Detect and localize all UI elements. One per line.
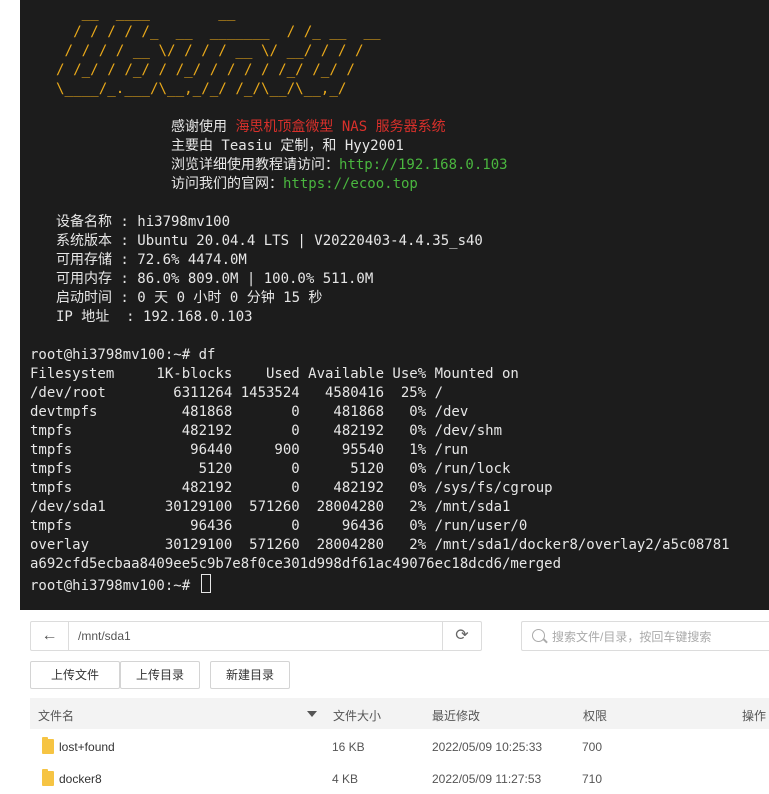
df-row: tmpfs 96440 900 95540 1% /run (30, 442, 469, 458)
product-name: 海思机顶盒微型 NAS 服务器系统 (235, 119, 446, 135)
file-modified: 2022/05/09 11:27:53 (432, 772, 542, 786)
file-table-header: 文件名 文件大小 最近修改 权限 操作 (30, 698, 769, 729)
final-prompt: root@hi3798mv100:~# (30, 578, 199, 594)
df-row: /dev/root 6311264 1453524 4580416 25% / (30, 385, 444, 401)
df-row: tmpfs 96436 0 96436 0% /run/user/0 (30, 518, 528, 534)
tutorial-label: 浏览详细使用教程请访问： (171, 157, 339, 173)
folder-icon (42, 737, 54, 754)
sort-caret-icon[interactable] (307, 711, 317, 717)
final-prompt-line[interactable]: root@hi3798mv100:~# (30, 574, 211, 596)
file-permission: 700 (582, 740, 603, 754)
sysinfo-device-name: 设备名称 : hi3798mv100 (56, 214, 231, 230)
welcome-line-1: 感谢使用 海思机顶盒微型 NAS 服务器系统 (171, 118, 446, 137)
df-row: overlay 30129100 571260 28004280 2% /mnt… (30, 537, 730, 553)
prompt-df-command: root@hi3798mv100:~# df (30, 347, 216, 363)
file-manager: ← /mnt/sda1 ⟳ 上传文件 上传目录 新建目录 文件名 文件大小 最近… (20, 610, 769, 794)
path-bar: ← /mnt/sda1 ⟳ (30, 621, 482, 651)
tutorial-link[interactable]: http://192.168.0.103 (339, 157, 508, 173)
file-name[interactable]: lost+found (59, 740, 115, 754)
sysinfo-os-version: 系统版本 : Ubuntu 20.04.4 LTS | V20220403-4.… (56, 233, 483, 249)
ubuntu-ascii-logo: __ ____ __ / / / / /_ __ _______ / /_ __… (56, 5, 381, 97)
sysinfo-memory: 可用内存 : 86.0% 809.0M | 100.0% 511.0M (56, 271, 374, 287)
column-size[interactable]: 文件大小 (333, 707, 381, 724)
file-row[interactable]: lost+found 16 KB 2022/05/09 10:25:33 700 (30, 731, 769, 762)
search-box (521, 621, 769, 651)
df-row: devtmpfs 481868 0 481868 0% /dev (30, 404, 469, 420)
sysinfo-uptime: 启动时间 : 0 天 0 小时 0 分钟 15 秒 (56, 290, 323, 306)
df-row: tmpfs 5120 0 5120 0% /run/lock (30, 461, 511, 477)
column-permission[interactable]: 权限 (583, 707, 607, 724)
welcome-line-3: 浏览详细使用教程请访问：http://192.168.0.103 (171, 156, 508, 175)
file-modified: 2022/05/09 10:25:33 (432, 740, 543, 754)
file-row[interactable]: docker8 4 KB 2022/05/09 11:27:53 710 (30, 763, 769, 794)
welcome-line-4: 访问我们的官网：https://ecoo.top (171, 175, 418, 194)
back-arrow-icon[interactable]: ← (31, 622, 69, 650)
file-name[interactable]: docker8 (59, 772, 102, 786)
website-label: 访问我们的官网： (171, 176, 283, 192)
column-name[interactable]: 文件名 (38, 707, 74, 724)
search-input[interactable] (550, 626, 764, 647)
search-icon (532, 629, 545, 642)
new-dir-button[interactable]: 新建目录 (210, 661, 290, 689)
df-row-wrapped: a692cfd5ecbaa8409ee5c9b7e8f0ce301d998df6… (30, 556, 562, 572)
welcome-text: 感谢使用 (171, 119, 236, 135)
welcome-line-2: 主要由 Teasiu 定制，和 Hyy2001 (171, 138, 404, 154)
file-size: 4 KB (332, 772, 359, 786)
sysinfo-ip: IP 地址 : 192.168.0.103 (56, 309, 253, 325)
column-modified[interactable]: 最近修改 (432, 707, 480, 724)
upload-file-button[interactable]: 上传文件 (30, 661, 120, 689)
file-size: 16 KB (332, 740, 365, 754)
refresh-icon[interactable]: ⟳ (442, 622, 481, 650)
upload-dir-button[interactable]: 上传目录 (120, 661, 200, 689)
column-actions: 操作 (742, 709, 767, 723)
folder-icon (42, 769, 54, 786)
sysinfo-storage: 可用存储 : 72.6% 4474.0M (56, 252, 247, 268)
df-row: tmpfs 482192 0 482192 0% /sys/fs/cgroup (30, 480, 553, 496)
path-input[interactable]: /mnt/sda1 (78, 629, 131, 643)
df-row: /dev/sda1 30129100 571260 28004280 2% /m… (30, 499, 511, 515)
cursor-icon (200, 574, 211, 593)
terminal-window[interactable]: __ ____ __ / / / / /_ __ _______ / /_ __… (20, 0, 769, 610)
website-link[interactable]: https://ecoo.top (283, 176, 418, 192)
df-row: tmpfs 482192 0 482192 0% /dev/shm (30, 423, 503, 439)
df-header: Filesystem 1K-blocks Used Available Use%… (30, 366, 519, 382)
file-permission: 710 (582, 772, 603, 786)
